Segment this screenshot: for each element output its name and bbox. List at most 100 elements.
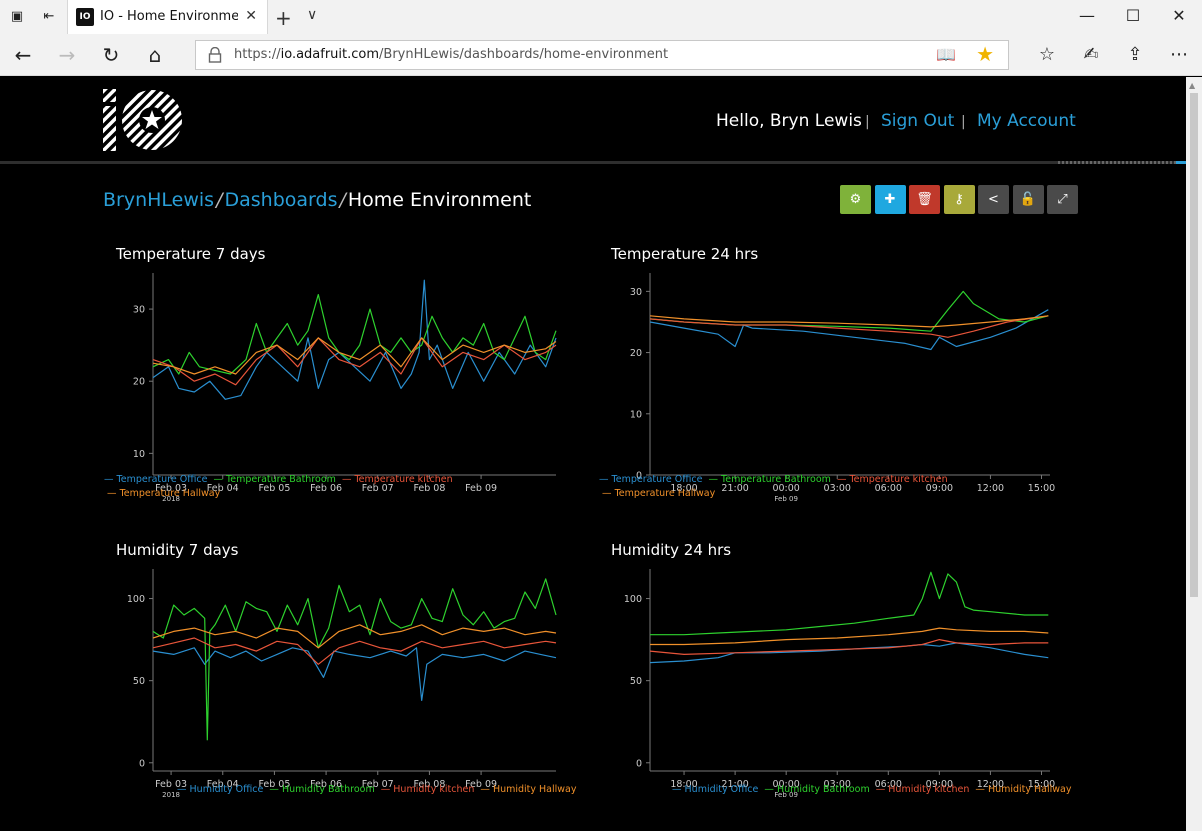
share-button[interactable]: < bbox=[978, 185, 1009, 214]
legend-item-office[interactable]: — Humidity Office bbox=[672, 784, 758, 795]
window-close-icon[interactable]: ✕ bbox=[1156, 6, 1202, 25]
legend-label: Humidity Bathroom bbox=[776, 784, 870, 795]
series-line-hallway[interactable] bbox=[152, 624, 557, 649]
lock-button[interactable]: 🔓 bbox=[1012, 185, 1044, 214]
legend-item-bathroom[interactable]: — Humidity Bathroom bbox=[269, 784, 374, 795]
legend-label: Humidity Hallway bbox=[492, 784, 577, 795]
minimize-icon[interactable]: — bbox=[1064, 6, 1110, 25]
series-line-office[interactable] bbox=[649, 642, 1049, 664]
close-tab-icon[interactable]: ✕ bbox=[245, 8, 257, 24]
legend-label: Temperature Bathroom bbox=[226, 474, 336, 485]
series-line-office[interactable] bbox=[152, 279, 557, 400]
new-tab-icon[interactable]: + bbox=[275, 6, 292, 30]
legend-label: Temperature kitchen bbox=[849, 474, 948, 485]
delete-button[interactable]: 🗑 bbox=[909, 185, 940, 214]
legend-item-kitchen[interactable]: — Temperature kitchen bbox=[342, 474, 453, 485]
tab-title: IO - Home Environment bbox=[100, 9, 238, 24]
legend-item-office[interactable]: — Temperature Office bbox=[599, 474, 702, 485]
series-line-hallway[interactable] bbox=[649, 315, 1049, 328]
header-separator: | bbox=[865, 114, 870, 130]
series-line-hallway[interactable] bbox=[152, 337, 557, 375]
legend-item-hallway[interactable]: — Temperature Hallway bbox=[602, 488, 715, 499]
y-tick-label: 20 bbox=[133, 377, 145, 388]
legend-item-hallway[interactable]: — Temperature Hallway bbox=[107, 488, 220, 499]
forward-icon[interactable]: → bbox=[52, 41, 82, 69]
x-tick-label: 15:00 bbox=[1028, 483, 1055, 494]
series-line-hallway[interactable] bbox=[650, 627, 1049, 646]
legend-label: Temperature Hallway bbox=[614, 488, 716, 499]
legend-item-office[interactable]: — Humidity Office bbox=[177, 784, 263, 795]
y-tick-label: 10 bbox=[133, 449, 145, 460]
back-icon[interactable]: ← bbox=[8, 41, 38, 69]
trash-icon: 🗑 bbox=[916, 192, 933, 207]
fullscreen-button[interactable]: ⤢ bbox=[1047, 185, 1078, 214]
series-line-bathroom[interactable] bbox=[649, 290, 1049, 332]
legend-swatch: — bbox=[380, 784, 394, 795]
legend-swatch: — bbox=[341, 474, 355, 485]
series-line-kitchen[interactable] bbox=[152, 637, 557, 665]
maximize-icon[interactable]: ☐ bbox=[1110, 6, 1156, 25]
breadcrumb-separator: / bbox=[339, 189, 346, 211]
adafruit-io-logo[interactable] bbox=[103, 89, 183, 151]
legend-item-kitchen[interactable]: — Humidity kitchen bbox=[876, 784, 970, 795]
home-icon[interactable]: ⌂ bbox=[140, 41, 170, 69]
series-line-office[interactable] bbox=[152, 647, 557, 701]
address-bar[interactable]: https://io.adafruit.com/BrynHLewis/dashb… bbox=[195, 40, 1009, 70]
breadcrumb-separator: / bbox=[216, 189, 223, 211]
sign-out-link[interactable]: Sign Out bbox=[881, 111, 954, 131]
series-line-bathroom[interactable] bbox=[152, 578, 557, 741]
legend-label: Temperature Office bbox=[116, 474, 208, 485]
favorite-star-icon[interactable]: ★ bbox=[976, 42, 994, 66]
add-block-button[interactable]: ✚ bbox=[874, 185, 906, 214]
scrollbar-thumb[interactable] bbox=[1190, 93, 1198, 597]
browser-tab[interactable]: IO IO - Home Environment ✕ bbox=[67, 0, 268, 34]
legend-item-hallway[interactable]: — Humidity Hallway bbox=[975, 784, 1071, 795]
y-tick-label: 100 bbox=[624, 594, 642, 605]
share-icon[interactable]: ⇪ bbox=[1120, 41, 1150, 69]
legend-item-kitchen[interactable]: — Humidity kitchen bbox=[381, 784, 475, 795]
refresh-icon[interactable]: ↻ bbox=[96, 41, 126, 69]
chart-title: Temperature 7 days bbox=[116, 245, 266, 263]
chart-legend: — Temperature Office — Temperature Bathr… bbox=[599, 473, 1029, 501]
chart-legend: — Humidity Office — Humidity Bathroom — … bbox=[672, 783, 1072, 797]
legend-label: Temperature Office bbox=[611, 474, 703, 485]
series-line-office[interactable] bbox=[649, 309, 1049, 351]
legend-item-bathroom[interactable]: — Humidity Bathroom bbox=[764, 784, 869, 795]
y-tick-label: 10 bbox=[630, 409, 642, 420]
legend-item-kitchen[interactable]: — Temperature kitchen bbox=[837, 474, 948, 485]
legend-item-bathroom[interactable]: — Temperature Bathroom bbox=[214, 474, 336, 485]
page-content: Hello, Bryn Lewis | Sign Out | My Accoun… bbox=[0, 77, 1186, 831]
tab-preview-chevron-icon[interactable]: ∨ bbox=[307, 7, 317, 23]
legend-item-hallway[interactable]: — Humidity Hallway bbox=[480, 784, 576, 795]
gear-icon: ⚙ bbox=[849, 192, 862, 207]
unlock-icon: 🔓 bbox=[1019, 192, 1037, 207]
tab-actions-icon[interactable]: ▣ bbox=[8, 8, 26, 26]
legend-swatch: — bbox=[177, 784, 190, 795]
breadcrumb-dashboards-link[interactable]: Dashboards bbox=[224, 189, 337, 211]
share-icon: < bbox=[988, 192, 999, 207]
legend-item-bathroom[interactable]: — Temperature Bathroom bbox=[709, 474, 831, 485]
more-icon[interactable]: ⋯ bbox=[1164, 41, 1194, 69]
humidity-7-days-chart: 050100Feb 03 Feb 04 Feb 05 Feb 06 Feb 07 Feb … bbox=[127, 569, 557, 799]
y-tick-label: 100 bbox=[127, 594, 145, 605]
key-button[interactable]: ⚷ bbox=[943, 185, 975, 214]
my-account-link[interactable]: My Account bbox=[977, 111, 1076, 131]
y-tick-label: 30 bbox=[630, 287, 642, 298]
series-line-bathroom[interactable] bbox=[152, 294, 557, 375]
series-line-bathroom[interactable] bbox=[650, 571, 1049, 636]
web-note-icon[interactable]: ✍ bbox=[1076, 41, 1106, 69]
set-tabs-aside-icon[interactable]: ⇤ bbox=[40, 8, 58, 26]
browser-navbar: ← → ↻ ⌂ https://io.adafruit.com/BrynHLew… bbox=[0, 34, 1202, 76]
favicon-icon: IO bbox=[76, 8, 94, 26]
settings-button[interactable]: ⚙ bbox=[840, 185, 871, 214]
header-divider-dots bbox=[1058, 161, 1186, 164]
header-separator: | bbox=[961, 114, 966, 130]
scroll-up-icon[interactable]: ▲ bbox=[1189, 81, 1195, 90]
legend-item-office[interactable]: — Temperature Office bbox=[104, 474, 207, 485]
reading-view-icon[interactable]: 📖 bbox=[936, 45, 956, 64]
favorites-hub-icon[interactable]: ☆ bbox=[1032, 41, 1062, 69]
legend-swatch: — bbox=[107, 488, 120, 499]
page-scrollbar[interactable]: ▲ bbox=[1186, 77, 1202, 831]
breadcrumb-user-link[interactable]: BrynHLewis bbox=[103, 189, 214, 211]
series-line-kitchen[interactable] bbox=[152, 337, 557, 386]
